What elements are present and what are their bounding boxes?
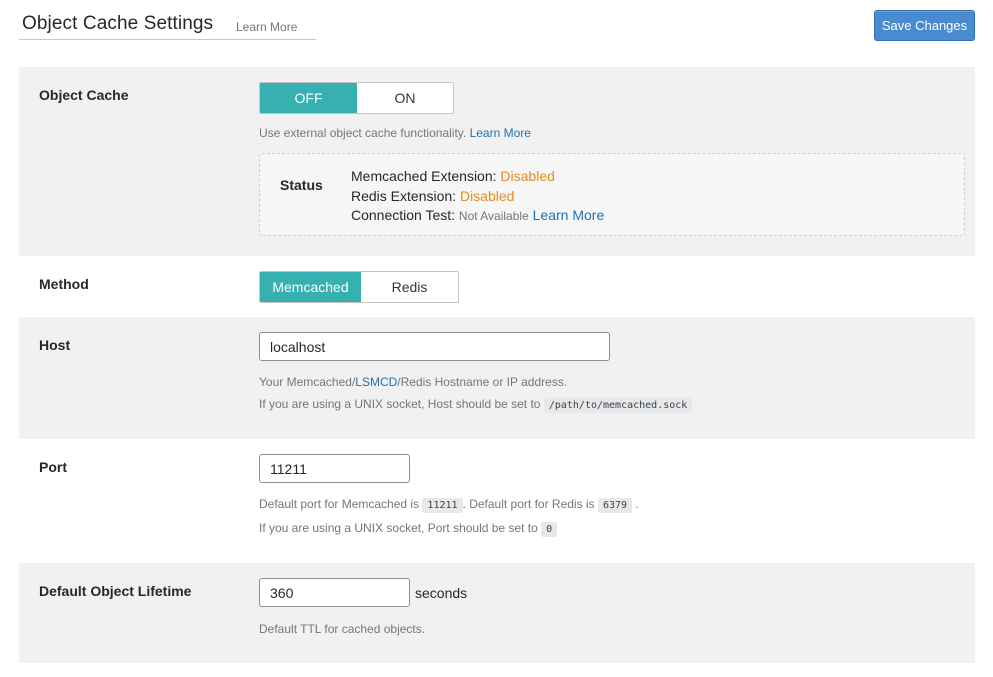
redis-extension-label: Redis Extension: bbox=[351, 187, 457, 204]
port-desc-b: . Default port for Redis is bbox=[462, 497, 595, 511]
method-toggle: Memcached Redis bbox=[259, 271, 459, 303]
object-cache-desc-text: Use external object cache functionality. bbox=[259, 126, 467, 140]
port-desc-line1: Default port for Memcached is 11211. Def… bbox=[259, 493, 639, 517]
method-label: Method bbox=[39, 276, 89, 292]
memcached-extension-value: Disabled bbox=[500, 168, 555, 184]
method-memcached-option[interactable]: Memcached bbox=[260, 272, 361, 302]
connection-test-value: Not Available bbox=[458, 209, 529, 223]
port-desc-line2: If you are using a UNIX socket, Port sho… bbox=[259, 517, 639, 541]
object-cache-on-option[interactable]: ON bbox=[357, 83, 453, 113]
lifetime-row: Default Object Lifetime seconds Default … bbox=[19, 563, 975, 663]
object-cache-learn-more-link[interactable]: Learn More bbox=[470, 126, 531, 140]
memcached-extension-label: Memcached Extension: bbox=[351, 168, 497, 184]
port-label: Port bbox=[39, 459, 67, 475]
port-desc-a: Default port for Memcached is bbox=[259, 497, 420, 511]
memcached-port-code: 11211 bbox=[422, 498, 463, 513]
object-cache-row: Object Cache OFF ON Use external object … bbox=[19, 67, 975, 256]
host-desc-prefix: Your Memcached/ bbox=[259, 375, 356, 389]
host-description: Your Memcached/LSMCD/Redis Hostname or I… bbox=[259, 371, 693, 417]
socket-port-code: 0 bbox=[541, 522, 558, 537]
port-desc-c: . bbox=[635, 497, 639, 511]
object-cache-off-option[interactable]: OFF bbox=[260, 83, 357, 113]
host-desc-line2-text: If you are using a UNIX socket, Host sho… bbox=[259, 397, 541, 411]
host-desc-suffix: /Redis Hostname or IP address. bbox=[397, 375, 568, 389]
connection-test-learn-more-link[interactable]: Learn More bbox=[533, 207, 605, 223]
port-description: Default port for Memcached is 11211. Def… bbox=[259, 493, 639, 541]
host-desc-line2: If you are using a UNIX socket, Host sho… bbox=[259, 393, 693, 417]
lifetime-unit: seconds bbox=[415, 585, 468, 601]
port-input[interactable] bbox=[259, 454, 410, 483]
lsmcd-text: LSMCD bbox=[355, 375, 398, 389]
host-desc-line1: Your Memcached/LSMCD/Redis Hostname or I… bbox=[259, 371, 692, 393]
status-lines: Memcached Extension: Disabled Redis Exte… bbox=[351, 167, 604, 227]
save-changes-button[interactable]: Save Changes bbox=[874, 10, 975, 41]
redis-extension-status: Redis Extension: Disabled bbox=[351, 187, 604, 207]
host-socket-path-code: /path/to/memcached.sock bbox=[543, 398, 693, 413]
redis-extension-value: Disabled bbox=[459, 187, 515, 204]
host-input[interactable] bbox=[259, 332, 610, 361]
lifetime-description: Default TTL for cached objects. bbox=[259, 622, 426, 636]
status-label: Status bbox=[280, 177, 323, 193]
object-cache-toggle: OFF ON bbox=[259, 82, 454, 114]
lifetime-label: Default Object Lifetime bbox=[39, 583, 192, 599]
connection-test-label: Connection Test: bbox=[351, 207, 456, 223]
redis-port-code: 6379 bbox=[597, 498, 633, 513]
method-redis-option[interactable]: Redis bbox=[361, 272, 458, 302]
method-row: Method Memcached Redis bbox=[19, 256, 975, 317]
connection-test-status: Connection Test: Not Available Learn Mor… bbox=[351, 206, 604, 227]
object-cache-label: Object Cache bbox=[39, 87, 129, 103]
port-row: Port Default port for Memcached is 11211… bbox=[19, 439, 975, 563]
object-cache-description: Use external object cache functionality.… bbox=[259, 122, 531, 144]
status-box: Status Memcached Extension: Disabled Red… bbox=[259, 153, 965, 236]
host-row: Host Your Memcached/LSMCD/Redis Hostname… bbox=[19, 317, 975, 439]
page-header: Object Cache Settings Learn More bbox=[19, 0, 316, 40]
page-title: Object Cache Settings bbox=[22, 13, 214, 34]
lifetime-input[interactable] bbox=[259, 578, 410, 607]
memcached-extension-status: Memcached Extension: Disabled bbox=[351, 167, 604, 187]
port-desc-line2-text: If you are using a UNIX socket, Port sho… bbox=[259, 521, 538, 535]
header-learn-more-link[interactable]: Learn More bbox=[236, 20, 297, 34]
host-label: Host bbox=[39, 337, 71, 353]
